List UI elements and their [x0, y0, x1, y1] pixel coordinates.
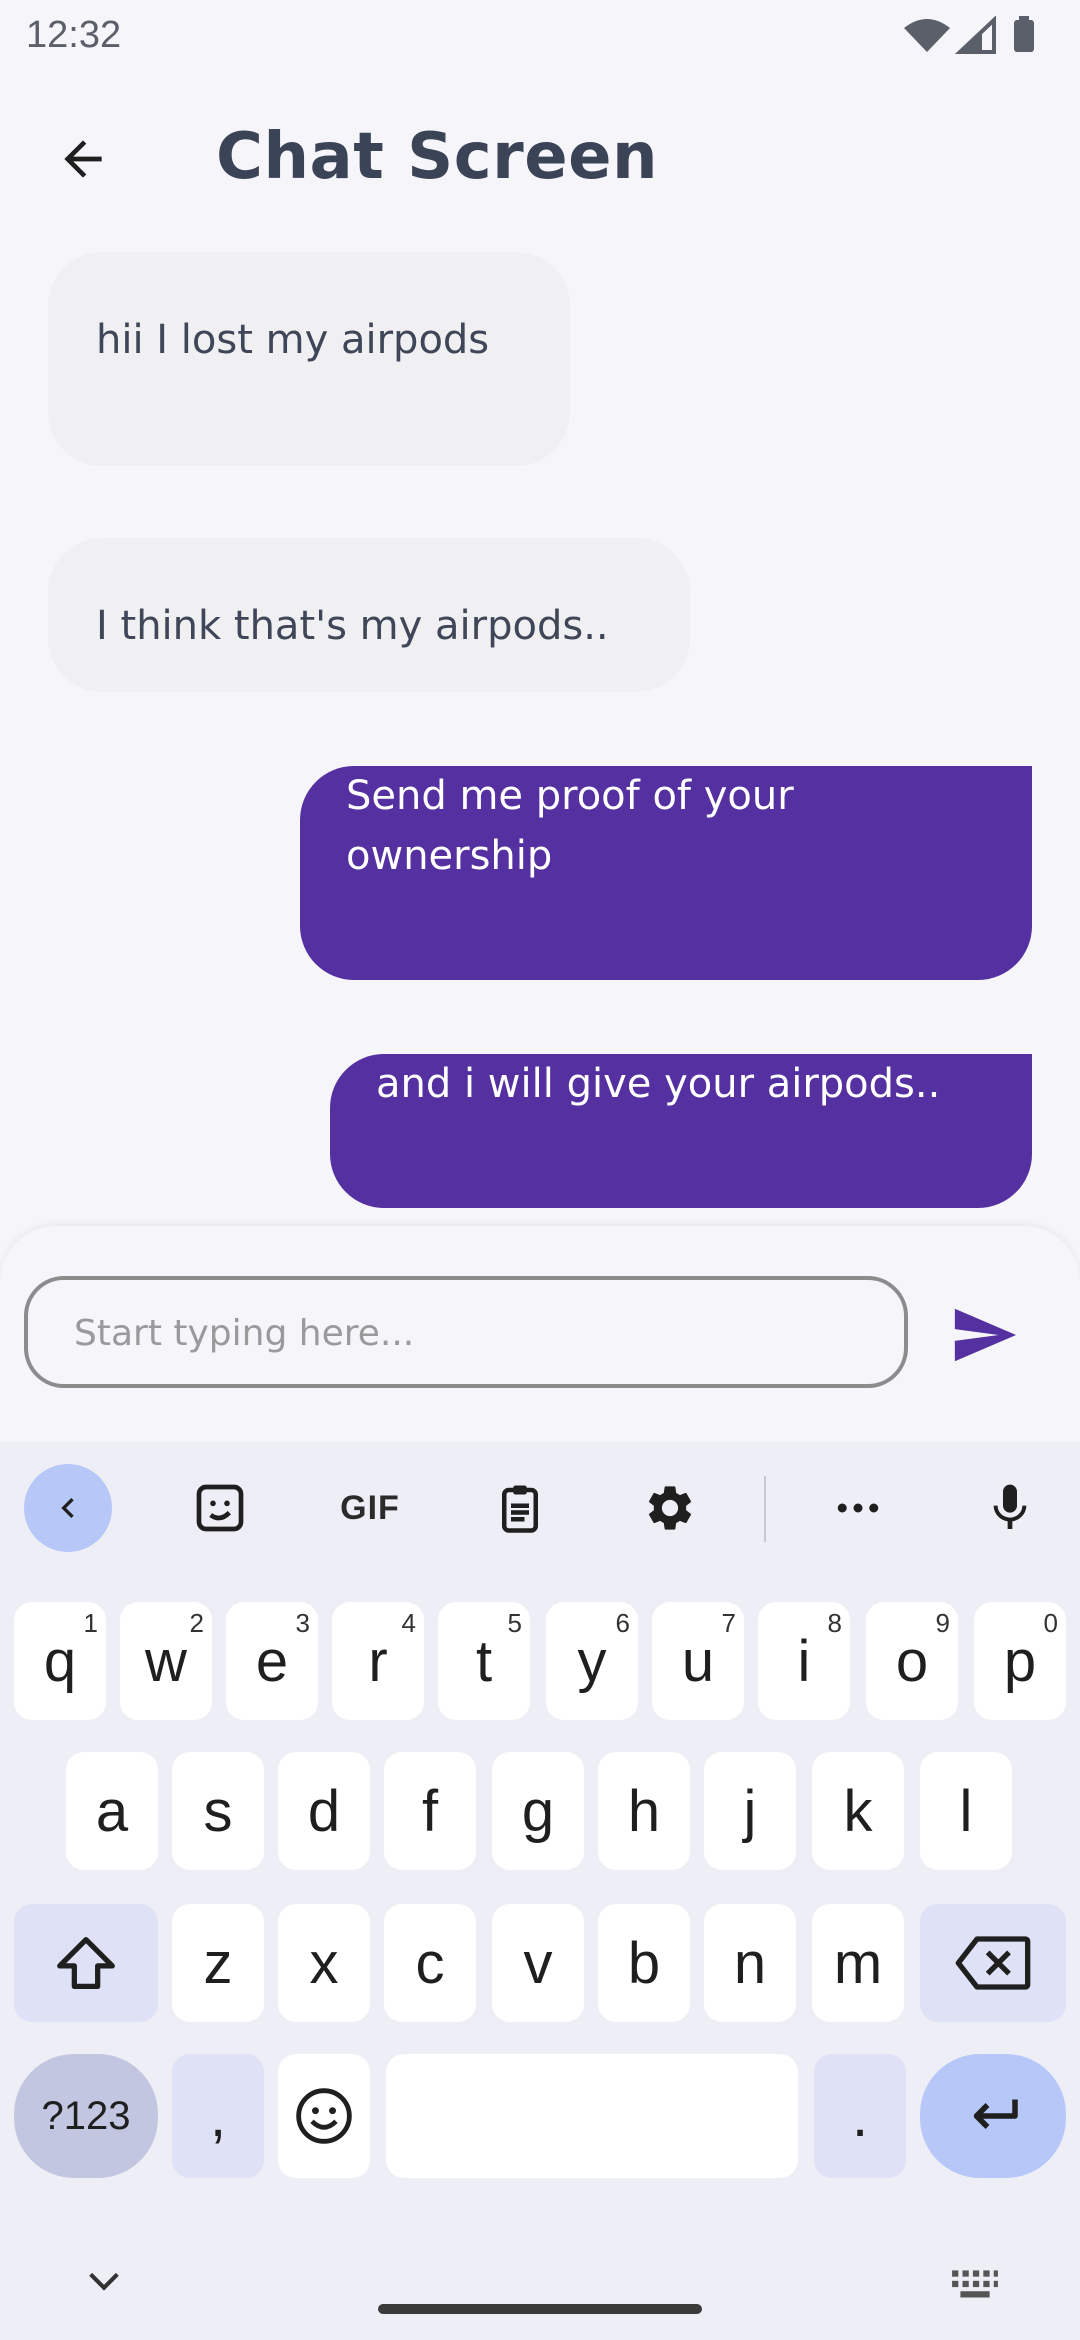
message-bubble-incoming[interactable]: hii I lost my airpods	[48, 252, 570, 466]
symbols-key[interactable]: ?123	[14, 2054, 158, 2178]
key-w[interactable]: w2	[120, 1602, 212, 1720]
message-list[interactable]: hii I lost my airpods I think that's my …	[0, 240, 1080, 1220]
key-u[interactable]: u7	[652, 1602, 744, 1720]
toolbar-divider	[764, 1476, 766, 1542]
status-icons	[904, 16, 1034, 54]
key-f[interactable]: f	[384, 1752, 476, 1870]
backspace-key[interactable]	[920, 1904, 1066, 2022]
key-r[interactable]: r4	[332, 1602, 424, 1720]
key-a[interactable]: a	[66, 1752, 158, 1870]
key-n[interactable]: n	[704, 1904, 796, 2022]
key-j[interactable]: j	[704, 1752, 796, 1870]
message-input-wrapper[interactable]	[24, 1276, 908, 1388]
key-z[interactable]: z	[172, 1904, 264, 2022]
shift-icon	[57, 1937, 115, 1989]
key-q[interactable]: q1	[14, 1602, 106, 1720]
key-i[interactable]: i8	[758, 1602, 850, 1720]
message-bubble-outgoing[interactable]: and i will give your airpods..	[330, 1054, 1032, 1208]
chevron-left-icon	[61, 1498, 74, 1518]
page-title: Chat Screen	[216, 120, 659, 194]
status-time: 12:32	[26, 14, 122, 56]
arrow-back-icon	[64, 140, 102, 178]
more-options-button[interactable]	[814, 1464, 902, 1552]
key-v[interactable]: v	[492, 1904, 584, 2022]
key-d[interactable]: d	[278, 1752, 370, 1870]
space-key[interactable]	[386, 2054, 798, 2178]
gif-label: GIF	[340, 1488, 400, 1527]
enter-key[interactable]	[920, 2054, 1066, 2178]
key-k[interactable]: k	[812, 1752, 904, 1870]
emoji-key[interactable]	[278, 2054, 370, 2178]
wifi-icon	[904, 19, 950, 52]
voice-input-button[interactable]	[966, 1464, 1054, 1552]
enter-icon	[973, 2099, 1018, 2129]
backspace-icon	[955, 1936, 1031, 1990]
key-x[interactable]: x	[278, 1904, 370, 2022]
status-bar: 12:32	[0, 0, 1080, 72]
keyboard-collapse-button[interactable]	[24, 1464, 112, 1552]
clipboard-icon	[502, 1485, 538, 1533]
back-button[interactable]	[38, 114, 128, 204]
battery-icon	[1014, 20, 1034, 52]
key-y[interactable]: y6	[546, 1602, 638, 1720]
sticker-icon	[196, 1484, 244, 1532]
keyboard-toolbar: GIF	[0, 1442, 1080, 1572]
mic-icon	[993, 1484, 1027, 1529]
send-icon[interactable]	[944, 1300, 1024, 1370]
gif-button[interactable]: GIF	[326, 1464, 414, 1552]
emoji-icon	[296, 2088, 352, 2144]
clipboard-button[interactable]	[476, 1464, 564, 1552]
key-h[interactable]: h	[598, 1752, 690, 1870]
app-bar: Chat Screen	[0, 100, 1080, 220]
key-e[interactable]: e3	[226, 1602, 318, 1720]
comma-key[interactable]: ,	[172, 2054, 264, 2178]
key-s[interactable]: s	[172, 1752, 264, 1870]
message-composer	[0, 1226, 1080, 1442]
key-l[interactable]: l	[920, 1752, 1012, 1870]
gear-icon	[648, 1486, 692, 1530]
keyboard-hide-icon[interactable]	[84, 2266, 124, 2296]
period-key[interactable]: .	[814, 2054, 906, 2178]
message-bubble-incoming[interactable]: I think that's my airpods..	[48, 538, 690, 692]
key-g[interactable]: g	[492, 1752, 584, 1870]
navigation-bar	[0, 2180, 1080, 2340]
key-o[interactable]: o9	[866, 1602, 958, 1720]
keyboard-switch-icon[interactable]	[950, 2268, 1000, 2302]
home-handle[interactable]	[378, 2304, 702, 2314]
key-t[interactable]: t5	[438, 1602, 530, 1720]
message-bubble-outgoing[interactable]: Send me proof of your ownership	[300, 766, 1032, 980]
key-p[interactable]: p0	[974, 1602, 1066, 1720]
key-m[interactable]: m	[812, 1904, 904, 2022]
shift-key[interactable]	[14, 1904, 158, 2022]
key-c[interactable]: c	[384, 1904, 476, 2022]
key-b[interactable]: b	[598, 1904, 690, 2022]
keyboard-settings-button[interactable]	[626, 1464, 714, 1552]
sticker-button[interactable]	[176, 1464, 264, 1552]
more-horiz-icon	[837, 1503, 879, 1513]
message-input[interactable]	[72, 1280, 876, 1386]
